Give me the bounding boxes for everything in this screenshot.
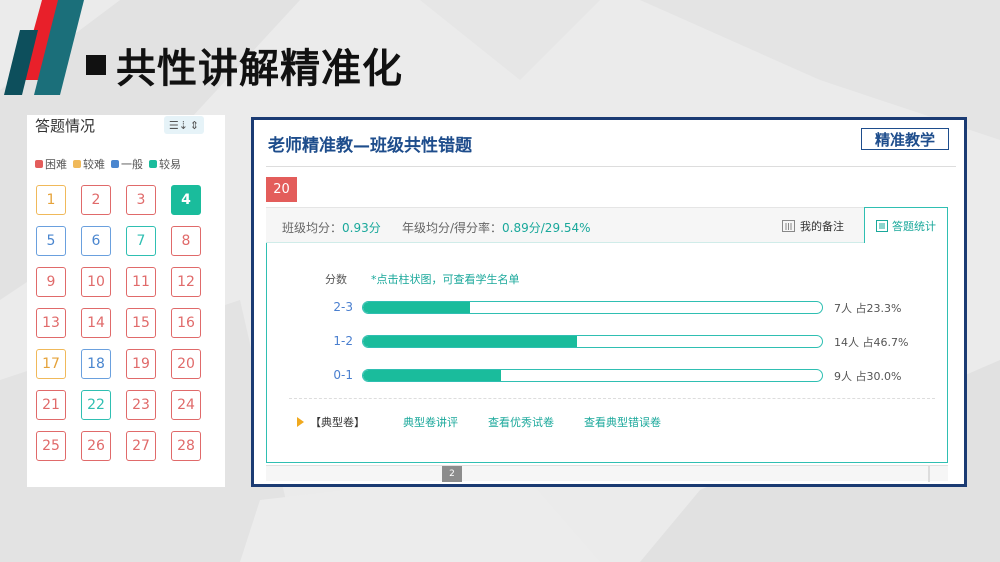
answer-stats-content: 分数 *点击柱状图，可查看学生名单 2-3 7人 占23.3% 1-2 14人 占46…	[266, 243, 948, 463]
legend-label: 困难	[45, 158, 67, 171]
stats-bar: 班级均分：0.93分 年级均分/得分率：0.89分/29.54% 我的备注 答题…	[266, 207, 948, 244]
bar-row[interactable]: 2-3 7人 占23.3%	[267, 300, 949, 316]
bar-value-label: 7人 占23.3%	[834, 302, 902, 315]
legend-dot-icon	[149, 160, 157, 168]
difficulty-legend: 困难 较难 一般 较易	[35, 156, 181, 172]
bar-category-label: 1-2	[333, 334, 353, 348]
sort-icon: ☰⇣	[168, 118, 188, 132]
question-button-26[interactable]: 26	[81, 431, 111, 461]
bar-track[interactable]	[362, 335, 823, 348]
question-button-19[interactable]: 19	[126, 349, 156, 379]
question-button-4[interactable]: 4	[171, 185, 201, 215]
link-typical-error-papers[interactable]: 查看典型错误卷	[584, 414, 661, 430]
question-grid: 1 2 3 4 5 6 7 8 9 10 11 12 13 14 15 16 17 18 19 20 21 22 23 24 2…	[36, 185, 201, 461]
chart-hint: *点击柱状图，可查看学生名单	[371, 273, 520, 286]
bar-track[interactable]	[362, 369, 823, 382]
legend-item: 一般	[111, 156, 143, 172]
question-button-1[interactable]: 1	[36, 185, 66, 215]
question-number-badge[interactable]: 20	[266, 177, 297, 202]
question-button-5[interactable]: 5	[36, 226, 66, 256]
sort-button[interactable]: ☰⇣ ⇕	[164, 116, 204, 134]
legend-dot-icon	[35, 160, 43, 168]
legend-dot-icon	[73, 160, 81, 168]
bar-category-label: 2-3	[333, 300, 353, 314]
legend-item: 较难	[73, 156, 105, 172]
legend-item: 较易	[149, 156, 181, 172]
answer-situation-panel: 答题情况 ☰⇣ ⇕ 困难 较难 一般 较易 1 2 3 4 5 6 7 8 9 10 11 12 13 14 15 1…	[27, 115, 225, 487]
tab-answer-stats-label: 答题统计	[892, 220, 936, 233]
bar-row[interactable]: 0-1 9人 占30.0%	[267, 368, 949, 384]
accent-stripes	[4, 0, 84, 95]
question-button-18[interactable]: 18	[81, 349, 111, 379]
question-button-10[interactable]: 10	[81, 267, 111, 297]
typical-papers-label: 【典型卷】	[310, 416, 365, 429]
question-button-11[interactable]: 11	[126, 267, 156, 297]
question-button-12[interactable]: 12	[171, 267, 201, 297]
tab-answer-stats[interactable]: 答题统计	[864, 207, 948, 244]
grade-average-label: 年级均分/得分率：	[402, 221, 503, 235]
precision-teaching-badge: 精准教学	[861, 128, 949, 150]
teaching-panel-title: 老师精准教—班级共性错题	[268, 136, 472, 156]
question-button-13[interactable]: 13	[36, 308, 66, 338]
question-button-25[interactable]: 25	[36, 431, 66, 461]
teaching-panel: 老师精准教—班级共性错题 精准教学 20 班级均分：0.93分 年级均分/得分率…	[251, 117, 967, 487]
bar-track[interactable]	[362, 301, 823, 314]
legend-dot-icon	[111, 160, 119, 168]
class-average-value: 0.93分	[342, 221, 381, 235]
typical-papers-row: 【典型卷】 典型卷讲评 查看优秀试卷 查看典型错误卷	[297, 414, 691, 430]
question-button-27[interactable]: 27	[126, 431, 156, 461]
list-icon	[876, 220, 888, 232]
tab-my-remarks-label: 我的备注	[800, 219, 844, 233]
question-button-24[interactable]: 24	[171, 390, 201, 420]
slide-title-text: 共性讲解精准化	[116, 46, 403, 92]
bar-category-label: 0-1	[333, 368, 353, 382]
question-button-17[interactable]: 17	[36, 349, 66, 379]
grade-average: 年级均分/得分率：0.89分/29.54%	[402, 219, 591, 236]
horizontal-scrollbar[interactable]: 2	[266, 465, 948, 482]
sort-caret-icon: ⇕	[189, 118, 200, 132]
bar-chart-icon	[782, 219, 795, 232]
bar-fill[interactable]	[363, 302, 470, 313]
question-button-22[interactable]: 22	[81, 390, 111, 420]
question-button-23[interactable]: 23	[126, 390, 156, 420]
question-button-28[interactable]: 28	[171, 431, 201, 461]
question-button-8[interactable]: 8	[171, 226, 201, 256]
question-button-2[interactable]: 2	[81, 185, 111, 215]
question-button-21[interactable]: 21	[36, 390, 66, 420]
grade-average-value: 0.89分/29.54%	[502, 221, 591, 235]
class-average: 班级均分：0.93分	[282, 219, 381, 236]
link-excellent-papers[interactable]: 查看优秀试卷	[488, 414, 554, 430]
expand-arrow-icon[interactable]	[297, 417, 304, 427]
legend-item: 困难	[35, 156, 67, 172]
page-marker[interactable]: 2	[442, 466, 462, 482]
question-button-9[interactable]: 9	[36, 267, 66, 297]
link-typical-review[interactable]: 典型卷讲评	[403, 414, 458, 430]
bar-value-label: 9人 占30.0%	[834, 370, 902, 383]
question-button-3[interactable]: 3	[126, 185, 156, 215]
question-button-16[interactable]: 16	[171, 308, 201, 338]
legend-label: 较难	[83, 158, 105, 171]
question-button-20[interactable]: 20	[171, 349, 201, 379]
legend-label: 较易	[159, 158, 181, 171]
divider	[266, 166, 956, 167]
class-average-label: 班级均分：	[282, 221, 343, 235]
question-button-14[interactable]: 14	[81, 308, 111, 338]
score-axis-label: 分数	[325, 273, 347, 286]
answer-panel-heading: 答题情况	[35, 117, 96, 135]
slide-title: 共性讲解精准化	[86, 36, 403, 94]
title-bullet-icon	[86, 55, 106, 75]
bar-fill[interactable]	[363, 336, 578, 347]
legend-label: 一般	[121, 158, 143, 171]
dashed-divider	[289, 398, 935, 399]
question-button-7[interactable]: 7	[126, 226, 156, 256]
bar-row[interactable]: 1-2 14人 占46.7%	[267, 334, 949, 350]
scroll-rail	[928, 466, 930, 482]
question-button-15[interactable]: 15	[126, 308, 156, 338]
bar-value-label: 14人 占46.7%	[834, 336, 909, 349]
bar-fill[interactable]	[363, 370, 501, 381]
question-button-6[interactable]: 6	[81, 226, 111, 256]
tab-my-remarks[interactable]: 我的备注	[782, 208, 844, 243]
